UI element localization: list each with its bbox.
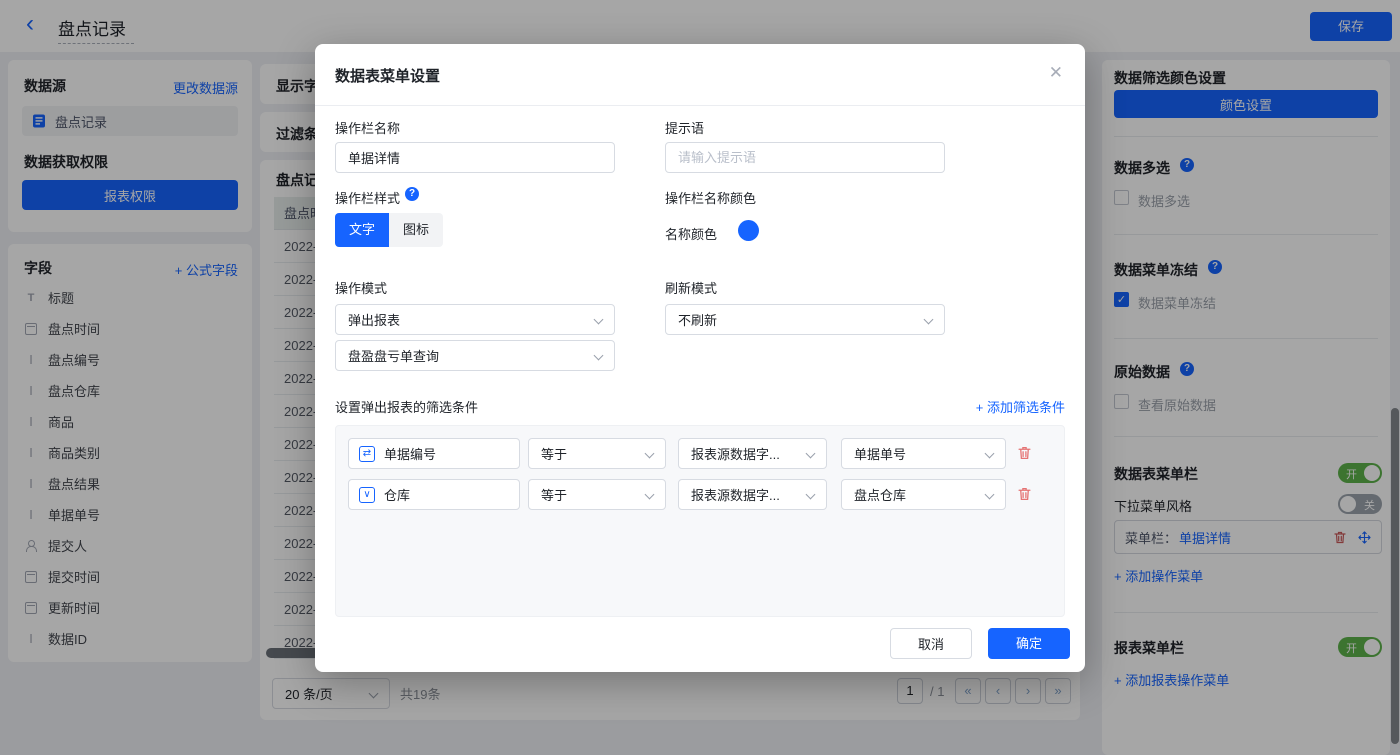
- filter-target-value: 单据单号: [854, 444, 906, 463]
- confirm-button[interactable]: 确定: [988, 628, 1070, 659]
- operation-mode-select[interactable]: 弹出报表: [335, 304, 615, 335]
- serial-field-icon: ⇄: [359, 446, 375, 462]
- vertical-scrollbar[interactable]: [1391, 408, 1399, 744]
- chevron-down-icon: [985, 490, 995, 500]
- divider: [315, 105, 1085, 106]
- filter-field-label: 仓库: [384, 485, 410, 504]
- filter-target-select[interactable]: 盘点仓库: [841, 479, 1006, 510]
- action-name-input[interactable]: [335, 142, 615, 173]
- chevron-down-icon: [924, 315, 934, 325]
- filter-op-select[interactable]: 等于: [528, 479, 666, 510]
- filter-field-label: 单据编号: [384, 444, 436, 463]
- chevron-down-icon: [594, 351, 604, 361]
- operation-mode-value: 弹出报表: [348, 310, 400, 329]
- tip-input[interactable]: [665, 142, 945, 173]
- tip-field: [665, 142, 945, 173]
- chevron-down-icon: [594, 315, 604, 325]
- refresh-mode-select[interactable]: 不刷新: [665, 304, 945, 335]
- report-select[interactable]: 盘盈盘亏单查询: [335, 340, 615, 371]
- refresh-mode-value: 不刷新: [678, 310, 717, 329]
- filter-section-label: 设置弹出报表的筛选条件: [335, 397, 478, 416]
- filter-source-select[interactable]: 报表源数据字...: [678, 438, 827, 469]
- select-field-icon: ∨: [359, 487, 375, 503]
- operation-mode-label: 操作模式: [335, 278, 387, 297]
- filter-op-select[interactable]: 等于: [528, 438, 666, 469]
- chevron-down-icon: [985, 449, 995, 459]
- filter-panel: ⇄ 单据编号 等于 报表源数据字... 单据单号 ∨ 仓库: [335, 425, 1065, 617]
- filter-target-value: 盘点仓库: [854, 485, 906, 504]
- style-option-icon[interactable]: 图标: [389, 213, 443, 247]
- delete-filter-icon[interactable]: [1018, 446, 1031, 460]
- filter-source-select[interactable]: 报表源数据字...: [678, 479, 827, 510]
- style-option-text[interactable]: 文字: [335, 213, 389, 247]
- action-name-label: 操作栏名称: [335, 118, 400, 137]
- filter-op-value: 等于: [541, 444, 567, 463]
- chevron-down-icon: [806, 490, 816, 500]
- cancel-button[interactable]: 取消: [890, 628, 972, 659]
- chevron-down-icon: [645, 449, 655, 459]
- add-filter-link[interactable]: + 添加筛选条件: [976, 397, 1065, 416]
- filter-op-value: 等于: [541, 485, 567, 504]
- refresh-mode-label: 刷新模式: [665, 278, 717, 297]
- delete-filter-icon[interactable]: [1018, 487, 1031, 501]
- report-select-value: 盘盈盘亏单查询: [348, 346, 439, 365]
- app-root: ‹ 盘点记录 保存 数据源 更改数据源 盘点记录 数据获取权限 报表权限 字段 …: [0, 0, 1400, 755]
- tip-label: 提示语: [665, 118, 704, 137]
- filter-target-select[interactable]: 单据单号: [841, 438, 1006, 469]
- name-color-label: 名称颜色: [665, 224, 717, 243]
- close-icon[interactable]: ✕: [1049, 63, 1063, 83]
- action-name-field: [335, 142, 615, 173]
- filter-field-box[interactable]: ∨ 仓库: [348, 479, 520, 510]
- chevron-down-icon: [645, 490, 655, 500]
- color-swatch[interactable]: [738, 220, 759, 241]
- action-style-label: 操作栏样式: [335, 188, 400, 207]
- filter-field-box[interactable]: ⇄ 单据编号: [348, 438, 520, 469]
- filter-source-value: 报表源数据字...: [691, 485, 780, 504]
- modal-title: 数据表菜单设置: [335, 65, 440, 86]
- chevron-down-icon: [806, 449, 816, 459]
- action-style-segment: 文字 图标: [335, 213, 443, 247]
- help-icon[interactable]: ?: [405, 187, 419, 201]
- filter-source-value: 报表源数据字...: [691, 444, 780, 463]
- name-color-section-label: 操作栏名称颜色: [665, 188, 756, 207]
- table-menu-settings-modal: 数据表菜单设置 ✕ 操作栏名称 提示语 操作栏样式 ? 文字 图标 操作栏名称颜…: [315, 44, 1085, 672]
